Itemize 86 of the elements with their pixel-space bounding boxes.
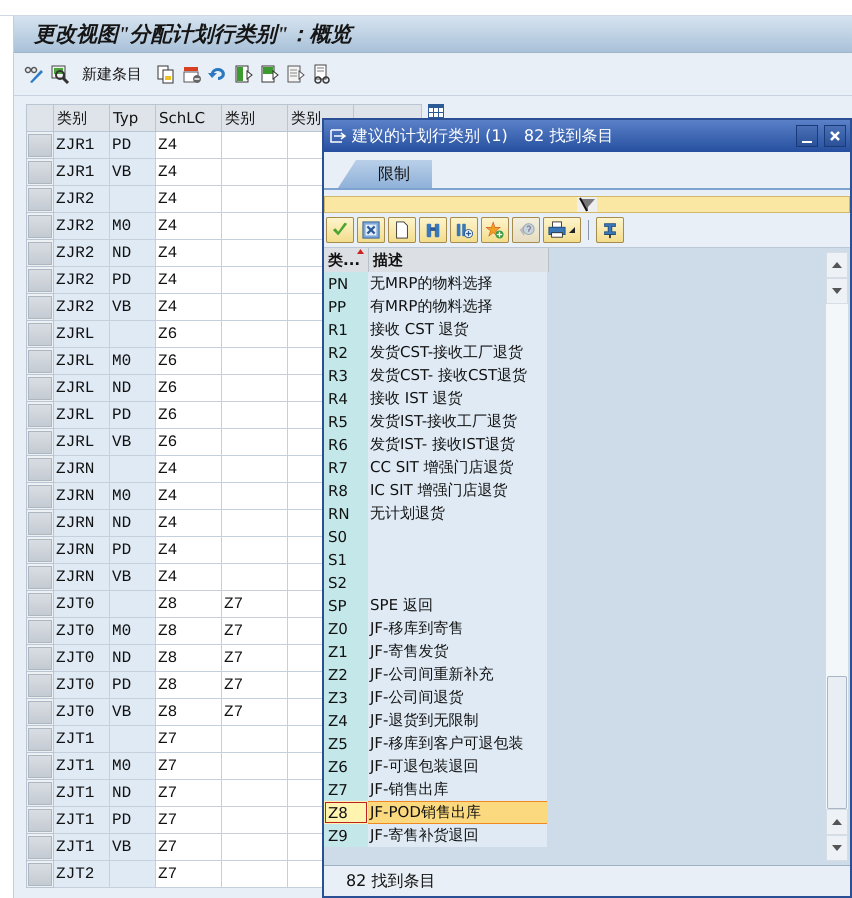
table-cell: ZJRN <box>54 510 110 537</box>
table-cell: ZJRL <box>54 375 110 402</box>
table-cell: VB <box>110 294 156 321</box>
table-cell: ZJT1 <box>54 780 110 807</box>
table-cell: PD <box>110 267 156 294</box>
table-cell: ZJRN <box>54 537 110 564</box>
table-cell: Z8 <box>156 672 222 699</box>
table-cell: Z4 <box>156 456 222 483</box>
table-cell: Z4 <box>156 564 222 591</box>
table-cell: Z8 <box>156 618 222 645</box>
table-cell: M0 <box>110 618 156 645</box>
table-cell: Z4 <box>156 186 222 213</box>
table-cell: M0 <box>110 483 156 510</box>
table-cell: M0 <box>110 213 156 240</box>
table-cell: ND <box>110 375 156 402</box>
table-cell: ZJT1 <box>54 834 110 861</box>
table-cell: ZJT2 <box>54 861 110 888</box>
table-cell: ZJR1 <box>54 159 110 186</box>
table-cell: Z6 <box>156 348 222 375</box>
table-cell: ZJT1 <box>54 753 110 780</box>
table-cell: ZJT0 <box>54 591 110 618</box>
table-cell: Z7 <box>156 834 222 861</box>
result-count: 82 找到条目 <box>522 126 614 146</box>
status-text: 82 找到条目 <box>346 870 436 892</box>
table-cell: Z4 <box>156 537 222 564</box>
table-cell: VB <box>110 429 156 456</box>
table-cell: Z7 <box>156 807 222 834</box>
table-cell: VB <box>110 699 156 726</box>
table-cell: Z4 <box>156 294 222 321</box>
table-cell: ND <box>110 510 156 537</box>
table-cell: ND <box>110 645 156 672</box>
table-cell: Z8 <box>156 591 222 618</box>
table-cell: ZJRN <box>54 456 110 483</box>
table-cell: ZJR2 <box>54 267 110 294</box>
table-cell: Z7 <box>222 645 288 672</box>
table-cell: ZJRL <box>54 348 110 375</box>
table-cell: Z7 <box>156 861 222 888</box>
table-cell: PD <box>110 537 156 564</box>
table-cell: Z7 <box>222 618 288 645</box>
table-cell: ZJRL <box>54 321 110 348</box>
table-cell: Z8 <box>156 699 222 726</box>
table-cell: ND <box>110 780 156 807</box>
table-cell: PD <box>110 672 156 699</box>
table-cell: VB <box>110 159 156 186</box>
table-cell: M0 <box>110 753 156 780</box>
table-cell: ZJT0 <box>54 645 110 672</box>
table-cell: ZJRL <box>54 402 110 429</box>
table-cell: Z7 <box>156 726 222 753</box>
dialog-title: 建议的计划行类别 (1) <box>352 126 508 146</box>
table-cell: ZJRN <box>54 564 110 591</box>
table-cell: ZJR2 <box>54 240 110 267</box>
table-cell: ZJT1 <box>54 726 110 753</box>
table-cell: Z4 <box>156 510 222 537</box>
table-cell: PD <box>110 402 156 429</box>
table-cell: Z7 <box>156 780 222 807</box>
table-cell: Z6 <box>156 402 222 429</box>
table-cell: ZJT0 <box>54 699 110 726</box>
table-cell: Z4 <box>156 132 222 159</box>
table-cell: ZJR2 <box>54 294 110 321</box>
table-cell: ND <box>110 240 156 267</box>
table-cell: ZJR2 <box>54 213 110 240</box>
table-cell: ZJT0 <box>54 672 110 699</box>
table-cell: Z7 <box>156 753 222 780</box>
table-cell: Z8 <box>156 645 222 672</box>
table-cell: ZJR2 <box>54 186 110 213</box>
table-cell: Z4 <box>156 159 222 186</box>
table-cell: Z6 <box>156 375 222 402</box>
table-cell: VB <box>110 834 156 861</box>
table-cell: ZJT1 <box>54 807 110 834</box>
table-cell: ZJRL <box>54 429 110 456</box>
table-cell: PD <box>110 132 156 159</box>
table-cell: ZJRN <box>54 483 110 510</box>
table-cell: PD <box>110 807 156 834</box>
table-cell: Z4 <box>156 213 222 240</box>
table-cell: Z7 <box>222 699 288 726</box>
table-cell: Z7 <box>222 591 288 618</box>
table-cell: ZJT0 <box>54 618 110 645</box>
table-cell: Z6 <box>156 429 222 456</box>
table-cell: Z4 <box>156 483 222 510</box>
table-cell: M0 <box>110 348 156 375</box>
table-cell: Z6 <box>156 321 222 348</box>
table-cell: Z7 <box>222 672 288 699</box>
table-cell: Z4 <box>156 240 222 267</box>
table-cell: ZJR1 <box>54 132 110 159</box>
table-cell: VB <box>110 564 156 591</box>
table-cell: Z4 <box>156 267 222 294</box>
